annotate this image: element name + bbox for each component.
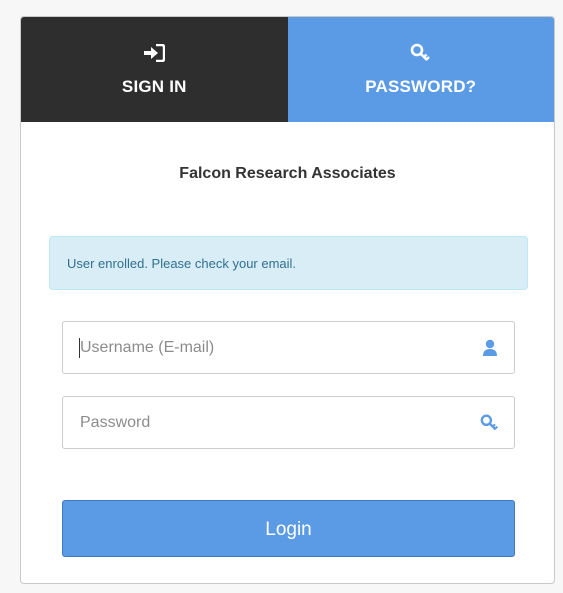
login-tabs: SIGN IN PASSWORD? (21, 17, 554, 122)
login-card: SIGN IN PASSWORD? Falcon Research Associ… (20, 16, 555, 584)
tab-sign-in[interactable]: SIGN IN (21, 17, 288, 122)
tab-sign-in-label: SIGN IN (121, 77, 187, 96)
info-alert: User enrolled. Please check your email. (49, 236, 528, 290)
organization-name: Falcon Research Associates (179, 165, 396, 182)
text-caret (79, 338, 80, 358)
tab-password-label: PASSWORD? (365, 77, 477, 96)
info-alert-message: User enrolled. Please check your email. (67, 256, 297, 271)
password-field-wrapper (62, 396, 515, 449)
key-icon (480, 413, 500, 433)
tab-password[interactable]: PASSWORD? (287, 17, 554, 122)
login-page: SIGN IN PASSWORD? Falcon Research Associ… (0, 0, 563, 593)
username-input[interactable] (63, 322, 514, 373)
user-icon (480, 338, 500, 358)
password-input[interactable] (63, 397, 514, 448)
username-field-wrapper (62, 321, 515, 374)
key-icon (408, 43, 434, 63)
login-button[interactable]: Login (62, 500, 515, 557)
sign-in-icon (141, 43, 167, 63)
